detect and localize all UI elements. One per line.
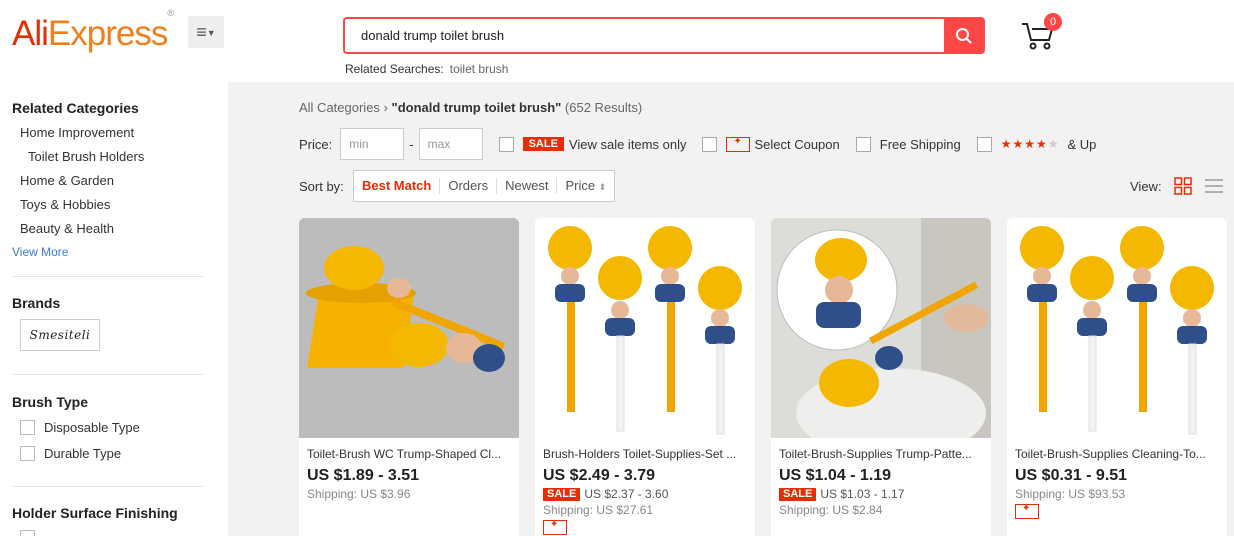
category-link[interactable]: Toilet Brush Holders xyxy=(28,149,144,164)
breadcrumb-query: "donald trump toilet brush" xyxy=(391,100,562,115)
sort-label: Sort by: xyxy=(299,179,344,194)
price-label: Price: xyxy=(299,136,333,152)
category-link[interactable]: Home & Garden xyxy=(20,173,114,188)
product-card[interactable]: Toilet-Brush-Supplies Cleaning-To... US … xyxy=(1007,218,1227,536)
product-title[interactable]: Toilet-Brush-Supplies Cleaning-To... xyxy=(1015,447,1219,461)
related-categories-title: Related Categories xyxy=(12,100,139,116)
sort-best-match[interactable]: Best Match xyxy=(354,178,441,194)
sale-price: US $2.37 - 3.60 xyxy=(584,487,669,501)
divider xyxy=(12,374,204,375)
sale-label[interactable]: View sale items only xyxy=(569,137,687,152)
search-icon xyxy=(955,27,972,44)
breadcrumb-root-link[interactable]: All Categories xyxy=(299,100,380,115)
brands-title: Brands xyxy=(12,295,61,311)
holder-finishing-title: Holder Surface Finishing xyxy=(12,505,178,521)
option-label: Disposable Type xyxy=(44,420,140,435)
view-label: View: xyxy=(1130,179,1162,194)
sale-price-row: SALE US $1.03 - 1.17 xyxy=(779,487,904,501)
divider xyxy=(12,276,204,277)
product-title[interactable]: Toilet-Brush-Supplies Trump-Patte... xyxy=(779,447,983,461)
product-image[interactable] xyxy=(535,218,755,438)
sort-price[interactable]: Price ⬍ xyxy=(557,178,614,195)
sort-newest[interactable]: Newest xyxy=(497,178,558,194)
sale-tag: SALE xyxy=(779,487,817,501)
checkbox[interactable] xyxy=(20,420,35,435)
category-link[interactable]: Beauty & Health xyxy=(20,221,114,236)
product-title[interactable]: Toilet-Brush WC Trump-Shaped Cl... xyxy=(307,447,511,461)
sale-checkbox[interactable] xyxy=(498,136,514,152)
site-header: AliExpress® ≡▼ Related Searches: toilet b… xyxy=(0,0,1234,82)
sort-options: Best Match Orders Newest Price ⬍ xyxy=(353,170,616,202)
option-label: Durable Type xyxy=(44,446,122,461)
results-count: (652 Results) xyxy=(564,100,643,115)
product-card[interactable]: Brush-Holders Toilet-Supplies-Set ... US… xyxy=(535,218,755,536)
brand-logo-button[interactable]: Smesiteli xyxy=(20,319,100,351)
hamburger-icon: ≡ xyxy=(196,22,207,42)
sort-price-label: Price xyxy=(565,177,596,193)
rating-checkbox[interactable] xyxy=(976,136,992,152)
shipping-cost: Shipping: US $2.84 xyxy=(779,503,883,517)
price-max-input[interactable]: max xyxy=(418,128,483,160)
checkbox[interactable] xyxy=(20,446,35,461)
shipping-cost: Shipping: US $27.61 xyxy=(543,503,654,517)
aliexpress-logo[interactable]: AliExpress® xyxy=(12,8,174,54)
product-image[interactable] xyxy=(299,218,519,438)
shipping-cost: Shipping: US $93.53 xyxy=(1015,487,1126,501)
related-searches-label: Related Searches: xyxy=(345,62,444,76)
product-title[interactable]: Brush-Holders Toilet-Supplies-Set ... xyxy=(543,447,747,461)
caret-down-icon: ▼ xyxy=(206,28,216,38)
search-input[interactable] xyxy=(345,19,945,52)
coupon-icon xyxy=(1015,503,1039,519)
sort-arrows-icon: ⬍ xyxy=(598,181,607,192)
product-image[interactable] xyxy=(771,218,991,438)
shipping-cost: Shipping: US $3.96 xyxy=(307,487,411,501)
rating-label[interactable]: & Up xyxy=(1068,137,1097,152)
sort-orders[interactable]: Orders xyxy=(440,178,498,194)
product-price: US $0.31 - 9.51 xyxy=(1015,467,1128,484)
divider xyxy=(12,486,204,487)
filter-bar: Price: min - max SALE View sale items on… xyxy=(299,128,1096,160)
coupon-label[interactable]: Select Coupon xyxy=(754,137,839,152)
breadcrumb: All Categories › "donald trump toilet br… xyxy=(299,100,642,115)
list-view-icon[interactable] xyxy=(1205,177,1223,195)
search-button[interactable] xyxy=(944,19,983,52)
price-min-input[interactable]: min xyxy=(340,128,405,160)
coupon-icon xyxy=(543,519,567,535)
brush-type-option[interactable]: Durable Type xyxy=(20,446,121,461)
sale-price: US $1.03 - 1.17 xyxy=(820,487,905,501)
product-price: US $2.49 - 3.79 xyxy=(543,467,656,484)
product-image[interactable] xyxy=(1007,218,1227,438)
category-link[interactable]: Toys & Hobbies xyxy=(20,197,110,212)
filter-sidebar: Related Categories Home Improvement Toil… xyxy=(0,82,228,536)
product-price: US $1.04 - 1.19 xyxy=(779,467,892,484)
sale-tag: SALE xyxy=(522,137,564,151)
grid-view-icon[interactable] xyxy=(1174,177,1192,195)
brush-type-title: Brush Type xyxy=(12,394,88,410)
related-search-link[interactable]: toilet brush xyxy=(450,62,509,76)
category-menu-button[interactable]: ≡▼ xyxy=(188,16,224,48)
results-area: All Categories › "donald trump toilet br… xyxy=(228,82,1234,536)
sale-tag: SALE xyxy=(543,487,581,501)
search-bar xyxy=(343,17,985,54)
breadcrumb-separator: › xyxy=(383,100,388,115)
view-more-link[interactable]: View More xyxy=(12,245,68,259)
cart-count-badge: 0 xyxy=(1044,13,1062,31)
product-price: US $1.89 - 3.51 xyxy=(307,467,420,484)
product-card[interactable]: Toilet-Brush-Supplies Trump-Patte... US … xyxy=(771,218,991,536)
coupon-icon xyxy=(726,136,751,152)
free-shipping-checkbox[interactable] xyxy=(855,136,871,152)
checkbox[interactable] xyxy=(20,530,35,536)
sale-price-row: SALE US $2.37 - 3.60 xyxy=(543,487,668,501)
related-searches: Related Searches: toilet brush xyxy=(345,62,508,76)
brush-type-option[interactable]: Disposable Type xyxy=(20,420,140,435)
free-shipping-label[interactable]: Free Shipping xyxy=(880,137,961,152)
star-rating-icon: ★★★★★ xyxy=(1000,137,1060,151)
coupon-checkbox[interactable] xyxy=(702,136,718,152)
price-dash: - xyxy=(409,136,414,152)
product-card[interactable]: Toilet-Brush WC Trump-Shaped Cl... US $1… xyxy=(299,218,519,536)
holder-finishing-option[interactable] xyxy=(20,530,44,536)
category-link[interactable]: Home Improvement xyxy=(20,125,134,140)
